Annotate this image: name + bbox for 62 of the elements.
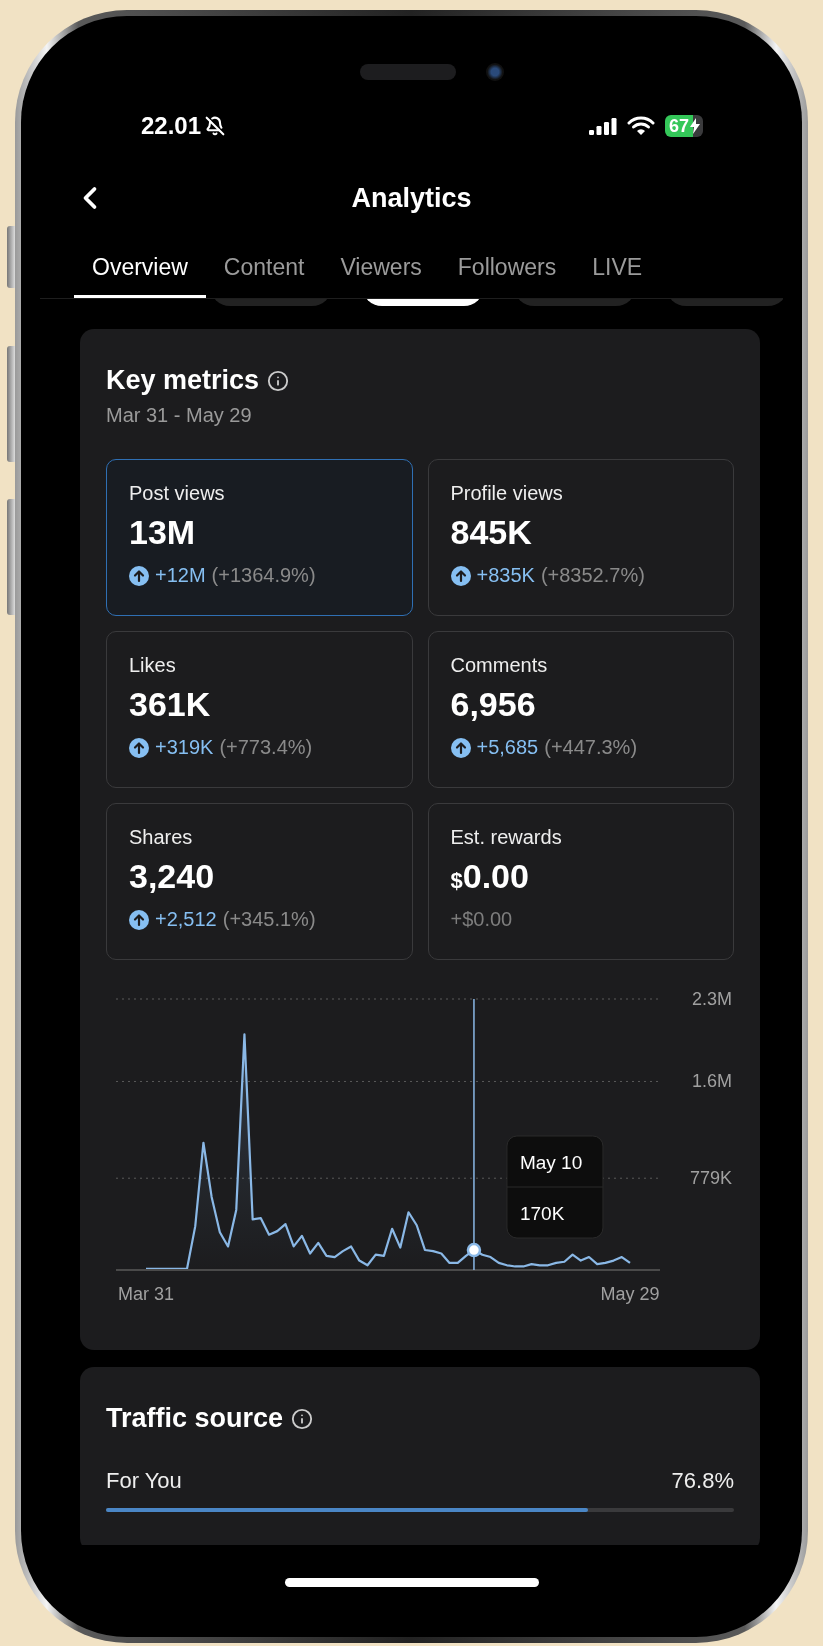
- tab[interactable]: Content: [205, 244, 323, 298]
- metric-value: 3,240: [129, 857, 216, 896]
- bolt-icon: [690, 118, 700, 134]
- camera-icon: [485, 63, 504, 81]
- arrow-up-circle-icon: [129, 737, 149, 758]
- metric-tile[interactable]: Est. rewards $0.00 +$0.00: [427, 803, 734, 960]
- metric-percent: (+345.1%): [222, 908, 316, 931]
- metric-change: +319K: [155, 736, 214, 759]
- metric-label: Post views: [129, 482, 226, 505]
- signal-icon: [588, 117, 617, 135]
- tab[interactable]: Followers: [439, 244, 575, 298]
- metric-percent: (+1364.9%): [211, 564, 316, 587]
- tab[interactable]: Viewers: [322, 244, 440, 298]
- metric-tile[interactable]: Comments 6,956 +5,685 (+447.3%): [427, 631, 734, 788]
- metric-change: +835K: [476, 564, 535, 587]
- arrow-up-circle-icon: [450, 737, 471, 758]
- battery-percent: 67: [668, 115, 689, 137]
- status-time: 22.01: [141, 112, 202, 140]
- scrubber-handle[interactable]: [466, 1242, 482, 1258]
- y-axis-label: 2.3M: [691, 989, 732, 1009]
- card-title: Traffic source: [106, 1403, 284, 1434]
- metric-value: 845K: [450, 513, 533, 552]
- tab[interactable]: LIVE: [574, 244, 661, 298]
- arrow-up-circle-icon: [129, 565, 149, 586]
- x-axis-label: May 29: [600, 1284, 660, 1304]
- metric-percent: (+447.3%): [544, 736, 638, 759]
- metric-value: $0.00: [450, 857, 530, 896]
- metric-label: Profile views: [450, 482, 564, 505]
- metric-change: +$0.00: [450, 908, 513, 931]
- card-title: Key metrics: [106, 365, 260, 396]
- y-axis-label: 779K: [689, 1168, 732, 1189]
- metric-label: Shares: [129, 826, 194, 849]
- bell-slash-icon: [205, 116, 226, 136]
- metric-change: +12M: [155, 564, 206, 587]
- metric-label: Likes: [129, 654, 177, 677]
- metric-label: Comments: [450, 654, 549, 677]
- date-range: Mar 31 - May 29: [106, 404, 253, 427]
- metric-value: 361K: [129, 685, 212, 724]
- metric-tile[interactable]: Post views 13M +12M (+1364.9%): [106, 459, 413, 616]
- wifi-icon: [626, 116, 655, 136]
- metric-label: Est. rewards: [450, 826, 563, 849]
- metric-tile[interactable]: Likes 361K +319K (+773.4%): [106, 631, 413, 788]
- source-label: For You: [106, 1468, 182, 1494]
- info-icon[interactable]: [267, 369, 290, 392]
- metric-change: +5,685: [476, 736, 539, 759]
- metric-value: 13M: [129, 513, 197, 552]
- tooltip-text: May 10: [519, 1152, 583, 1173]
- y-axis-label: 1.6M: [691, 1071, 732, 1092]
- arrow-up-circle-icon: [450, 565, 471, 586]
- info-icon[interactable]: [291, 1407, 314, 1430]
- metric-tile[interactable]: Shares 3,240 +2,512 (+345.1%): [106, 803, 413, 960]
- tooltip-text: 170K: [519, 1203, 565, 1224]
- metric-value: 6,956: [450, 685, 537, 724]
- metric-percent: (+773.4%): [219, 736, 313, 759]
- page-title: Analytics: [351, 182, 472, 214]
- source-percent: 76.8%: [671, 1468, 734, 1494]
- tab[interactable]: Overview: [74, 244, 206, 298]
- metric-percent: (+8352.7%): [540, 564, 645, 587]
- metric-change: +2,512: [155, 908, 217, 931]
- arrow-up-circle-icon: [129, 909, 149, 930]
- metric-tile[interactable]: Profile views 845K +835K (+8352.7%): [427, 459, 734, 616]
- x-axis-label: Mar 31: [118, 1284, 174, 1304]
